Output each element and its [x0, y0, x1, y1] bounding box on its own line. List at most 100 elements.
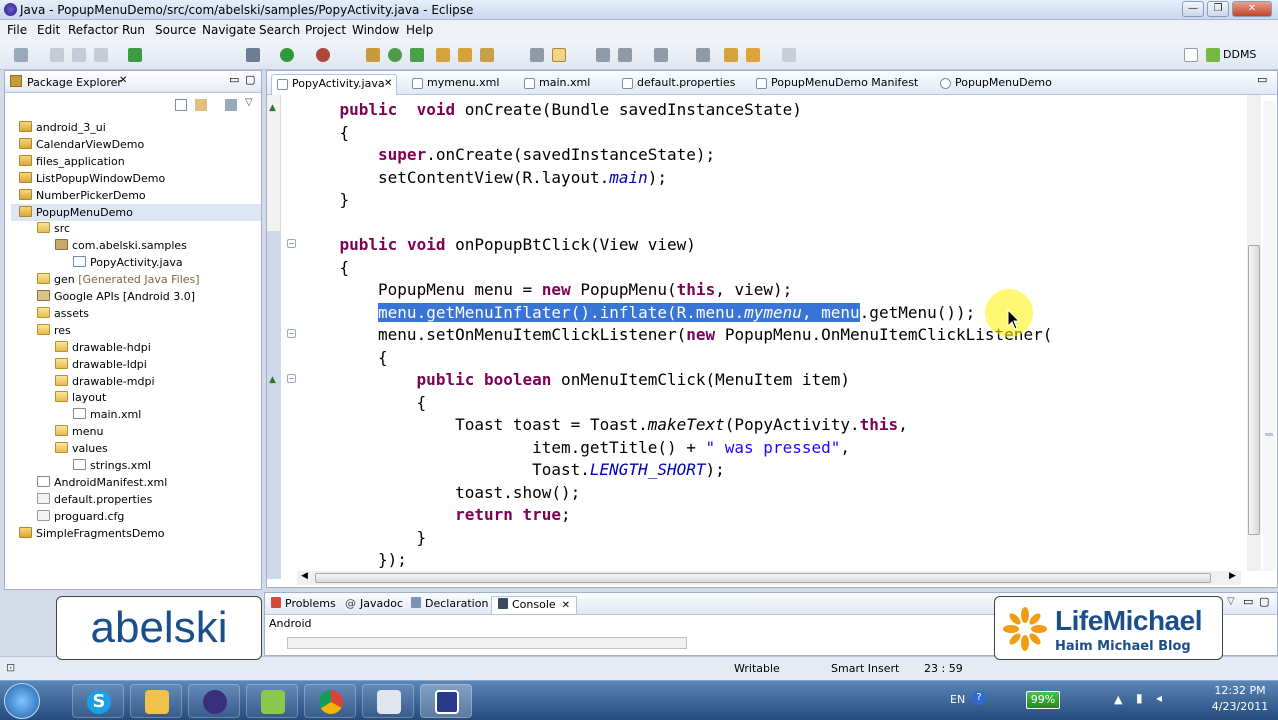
tree-item[interactable]: drawable-mdpi: [47, 373, 155, 390]
start-button[interactable]: [4, 683, 40, 719]
code-line[interactable]: Toast.LENGTH_SHORT);: [532, 459, 725, 481]
last-edit-icon[interactable]: [724, 48, 738, 62]
taskbar-skype[interactable]: S: [72, 684, 124, 718]
clock-time[interactable]: 12:32 PM: [1208, 684, 1272, 697]
next-annotation-icon[interactable]: [654, 48, 668, 62]
tree-item[interactable]: AndroidManifest.xml: [29, 474, 167, 491]
tree-item[interactable]: CalendarViewDemo: [11, 136, 144, 153]
code-line[interactable]: {: [340, 122, 350, 144]
menu-navigate[interactable]: Navigate: [202, 23, 256, 37]
fast-view-icon[interactable]: ⊡: [6, 661, 15, 674]
menu-search[interactable]: Search: [259, 23, 300, 37]
network-icon[interactable]: ▮: [1136, 691, 1143, 705]
code-line[interactable]: public void onPopupBtClick(View view): [340, 234, 696, 256]
taskbar-calculator[interactable]: [362, 684, 414, 718]
tree-item[interactable]: ListPopupWindowDemo: [11, 170, 165, 187]
show-whitespace-icon[interactable]: [596, 48, 610, 62]
show-hidden-icons-icon[interactable]: ▲: [1114, 693, 1122, 706]
new-package-icon[interactable]: [388, 48, 402, 62]
chevron-down-icon[interactable]: ▽: [245, 97, 253, 108]
tree-item[interactable]: android_3_ui: [11, 119, 106, 136]
tab-popupmenudemo-manifest[interactable]: PopupMenuDemo Manifest: [751, 74, 923, 95]
external-tools-icon[interactable]: [316, 48, 330, 62]
prev-annotation-icon[interactable]: [696, 48, 710, 62]
open-task-icon[interactable]: [458, 48, 472, 62]
tab-default-properties[interactable]: default.properties: [617, 74, 741, 95]
new-java-project-icon[interactable]: [366, 48, 380, 62]
ddms-perspective[interactable]: DDMS: [1223, 48, 1256, 61]
scroll-right-icon[interactable]: ▶: [1229, 571, 1236, 581]
clock-date[interactable]: 4/23/2011: [1208, 700, 1272, 713]
code-line[interactable]: menu.getMenuInflater().inflate(R.menu.my…: [378, 302, 975, 324]
tab-popupmenudemo[interactable]: PopupMenuDemo: [935, 74, 1055, 95]
code-line[interactable]: public boolean onMenuItemClick(MenuItem …: [417, 369, 851, 391]
tree-item[interactable]: assets: [29, 305, 89, 322]
tree-item[interactable]: layout: [47, 389, 106, 406]
tree-item[interactable]: proguard.cfg: [29, 508, 124, 525]
scroll-left-icon[interactable]: ◀: [301, 571, 308, 581]
tree-item[interactable]: main.xml: [65, 406, 141, 423]
code-line[interactable]: });: [378, 549, 407, 571]
taskbar-explorer[interactable]: [130, 684, 182, 718]
fold-toggle-icon[interactable]: −: [287, 239, 296, 248]
highlight-icon[interactable]: [552, 48, 566, 62]
code-line[interactable]: super.onCreate(savedInstanceState);: [378, 144, 715, 166]
menu-edit[interactable]: Edit: [37, 23, 60, 37]
menu-run[interactable]: Run: [122, 23, 145, 37]
code-line[interactable]: menu.setOnMenuItemClickListener(new Popu…: [378, 324, 1052, 346]
save-icon[interactable]: [50, 48, 64, 62]
code-line[interactable]: setContentView(R.layout.main);: [378, 167, 667, 189]
menu-window[interactable]: Window: [352, 23, 399, 37]
fold-toggle-icon[interactable]: −: [287, 329, 296, 338]
battery-indicator[interactable]: 99%: [1026, 691, 1060, 709]
code-line[interactable]: {: [340, 257, 350, 279]
tree-item[interactable]: PopyActivity.java: [65, 254, 183, 271]
new-icon[interactable]: [14, 48, 28, 62]
close-icon[interactable]: ✕: [119, 75, 127, 86]
maximize-button[interactable]: ❐: [1207, 1, 1229, 17]
link-editor-icon[interactable]: [195, 99, 207, 111]
help-icon[interactable]: ?: [972, 691, 986, 705]
code-line[interactable]: }: [340, 189, 350, 211]
code-line[interactable]: {: [417, 392, 427, 414]
menu-help[interactable]: Help: [406, 23, 433, 37]
tab-problems[interactable]: Problems: [271, 596, 336, 614]
code-line[interactable]: }: [417, 527, 427, 549]
menu-file[interactable]: File: [7, 23, 27, 37]
new-class-icon[interactable]: [410, 48, 424, 62]
run-icon[interactable]: [280, 48, 294, 62]
horizontal-scrollbar[interactable]: ◀ ▶: [297, 571, 1241, 585]
view-menu-icon[interactable]: [225, 99, 237, 111]
volume-icon[interactable]: ◂: [1156, 691, 1162, 705]
code-line[interactable]: return true;: [455, 504, 571, 526]
minimize-view-icon[interactable]: ▭: [1257, 73, 1267, 86]
taskbar-eclipse[interactable]: [188, 684, 240, 718]
print-icon[interactable]: [94, 48, 108, 62]
tree-item[interactable]: files_application: [11, 153, 125, 170]
code-line[interactable]: {: [378, 347, 388, 369]
save-all-icon[interactable]: [72, 48, 86, 62]
tree-item[interactable]: default.properties: [29, 491, 152, 508]
minimize-button[interactable]: —: [1182, 1, 1204, 17]
tree-item[interactable]: src: [29, 220, 70, 237]
tree-item[interactable]: SimpleFragmentsDemo: [11, 525, 165, 542]
debug-icon[interactable]: [246, 48, 260, 62]
console-hscroll[interactable]: [287, 637, 687, 649]
taskbar-chrome[interactable]: [304, 684, 356, 718]
tree-item[interactable]: Google APIs [Android 3.0]: [29, 288, 195, 305]
tree-item[interactable]: res: [29, 322, 71, 339]
close-icon[interactable]: ✕: [562, 600, 570, 611]
code-line[interactable]: toast.show();: [455, 482, 580, 504]
block-selection-icon[interactable]: [618, 48, 632, 62]
tree-item[interactable]: PopupMenuDemo: [11, 203, 261, 221]
maximize-view-icon[interactable]: ▢: [1259, 595, 1269, 608]
code-line[interactable]: PopupMenu menu = new PopupMenu(this, vie…: [378, 279, 792, 301]
android-sdk-icon[interactable]: [128, 48, 142, 62]
code-line[interactable]: public void onCreate(Bundle savedInstanc…: [340, 99, 802, 121]
code-line[interactable]: item.getTitle() + " was pressed",: [532, 437, 850, 459]
minimize-view-icon[interactable]: ▭: [1243, 595, 1253, 608]
taskbar-capture[interactable]: [420, 684, 472, 718]
menu-source[interactable]: Source: [155, 23, 196, 37]
minimize-view-icon[interactable]: ▭: [229, 73, 239, 86]
tree-item[interactable]: com.abelski.samples: [47, 237, 187, 254]
